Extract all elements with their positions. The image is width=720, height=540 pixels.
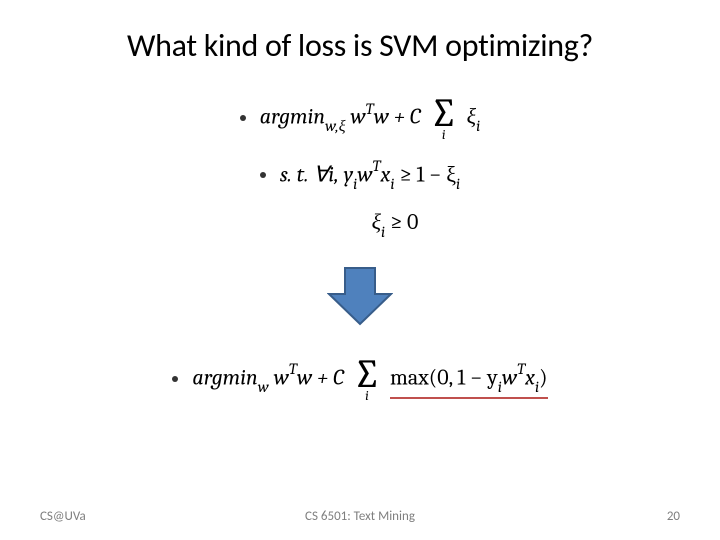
geq2: ≥ 0 [385, 209, 418, 235]
slide: What kind of loss is SVM optimizing? arg… [0, 0, 720, 540]
argmin-sub: w,ξ [325, 117, 345, 135]
xi2: ξ [372, 209, 381, 235]
max-pre: max(0, 1 − y [390, 364, 498, 390]
hinge-loss-term: max(0, 1 − yiwTxi) [390, 361, 548, 395]
xi-sub: i [476, 117, 480, 135]
footer: CS@UVa CS 6501: Text Mining 20 [40, 509, 680, 524]
footer-mid: CS 6501: Text Mining [305, 509, 415, 524]
sum-icon-2: ∑ i [353, 356, 381, 403]
argmin2: argmin [192, 364, 257, 390]
w1-sup: T [366, 100, 374, 118]
constraint-1: s. t. ∀i, yiwTxi ≥ 1 − ξi [280, 158, 460, 192]
rhs2: w + C [297, 364, 344, 390]
formula-1: argminw,ξ wTw + C ∑ i ξi [260, 95, 481, 142]
formula-line-1: argminw,ξ wTw + C ∑ i ξi [240, 95, 481, 142]
formula-line-4: argminw wTw + C ∑ i max(0, 1 − yiwTxi) [172, 356, 547, 403]
st-text: s. t. ∀i, y [280, 161, 353, 187]
wT3: T [517, 360, 525, 378]
xi-sub2: i [456, 175, 460, 193]
w2: w [274, 364, 289, 390]
yi-sub: i [353, 175, 357, 193]
w1: w [350, 103, 365, 129]
formula-line-2: s. t. ∀i, yiwTxi ≥ 1 − ξi [260, 158, 460, 192]
bullet-icon [260, 172, 266, 178]
sum-idx-2: i [365, 390, 369, 403]
w3: w [502, 364, 517, 390]
formula-2: argminw wTw + C ∑ i max(0, 1 − yiwTxi) [192, 356, 547, 403]
w2-sup: T [289, 360, 297, 378]
max-suf: ) [539, 364, 547, 390]
sum-idx: i [442, 129, 446, 142]
xi2-sub: i [381, 223, 385, 241]
xi: ξ [467, 103, 476, 129]
argmin-text: argmin [260, 103, 325, 129]
arrow-container [327, 266, 393, 326]
sum-icon: ∑ i [430, 95, 458, 142]
argmin2-sub: w [258, 378, 269, 396]
w: w [357, 161, 372, 187]
footer-left: CS@UVa [40, 509, 86, 524]
bullet-icon [172, 376, 178, 382]
rhs1: w + C [374, 103, 421, 129]
constraint-2: ξi ≥ 0 [372, 208, 419, 240]
xi-sub: i [390, 175, 394, 193]
wT: T [373, 157, 381, 175]
xi3-sub: i [535, 378, 539, 396]
formula-line-3: ξi ≥ 0 [372, 208, 419, 240]
geq: ≥ 1 − ξ [395, 161, 457, 187]
bullet-icon [240, 115, 246, 121]
x: x [381, 161, 391, 187]
arrow-path [329, 268, 391, 324]
slide-title: What kind of loss is SVM optimizing? [40, 26, 680, 65]
down-arrow-icon [327, 266, 393, 326]
footer-right: 20 [667, 509, 680, 524]
slide-content: argminw,ξ wTw + C ∑ i ξi s. t. ∀i, yiwTx… [40, 91, 680, 406]
yi2-sub: i [498, 378, 502, 396]
x3: x [525, 364, 535, 390]
